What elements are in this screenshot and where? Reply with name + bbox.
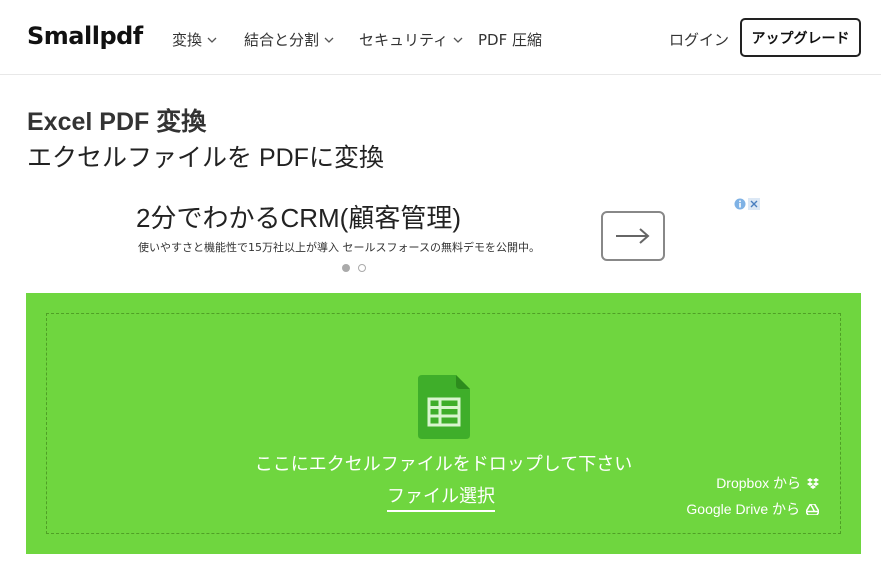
ad-arrow-button[interactable] — [601, 211, 665, 261]
file-dropzone[interactable]: ここにエクセルファイルをドロップして下さい ファイル選択 Dropbox から … — [26, 293, 861, 554]
nav-compress[interactable]: PDF 圧縮 — [478, 29, 542, 50]
google-drive-icon — [806, 503, 819, 515]
ad-banner[interactable]: 2分でわかるCRM(顧客管理) 使いやすさと機能性で15万社以上が導入 セールス… — [136, 190, 766, 280]
nav-security-label: セキュリティ — [359, 31, 449, 49]
ad-headline[interactable]: 2分でわかるCRM(顧客管理) — [136, 198, 461, 235]
upgrade-button[interactable]: アップグレード — [740, 18, 861, 57]
google-drive-source[interactable]: Google Drive から — [686, 499, 819, 519]
carousel-dot-active[interactable] — [342, 264, 350, 272]
top-header: Smallpdf 変換 結合と分割 セキュリティ PDF 圧縮 ログイン アップ… — [0, 0, 881, 75]
smallpdf-logo[interactable]: Smallpdf — [27, 22, 143, 50]
login-link[interactable]: ログイン — [669, 29, 729, 50]
chevron-down-icon — [324, 37, 334, 43]
carousel-dot[interactable] — [358, 264, 366, 272]
choose-file-button[interactable]: ファイル選択 — [387, 482, 495, 512]
ad-description[interactable]: 使いやすさと機能性で15万社以上が導入 セールスフォースの無料デモを公開中。 — [138, 239, 540, 255]
chevron-down-icon — [453, 37, 463, 43]
dropbox-source[interactable]: Dropbox から — [716, 473, 819, 493]
nav-convert-label: 変換 — [172, 31, 203, 49]
dropbox-icon — [807, 477, 819, 489]
page-title: Excel PDF 変換 — [27, 108, 207, 136]
nav-security[interactable]: セキュリティ — [359, 29, 463, 50]
nav-merge-split[interactable]: 結合と分割 — [244, 29, 334, 50]
google-drive-label: Google Drive から — [686, 501, 800, 517]
spreadsheet-icon — [418, 375, 470, 439]
arrow-right-icon — [616, 228, 650, 244]
nav-merge-split-label: 結合と分割 — [244, 31, 320, 49]
dropbox-label: Dropbox から — [716, 475, 801, 491]
chevron-down-icon — [207, 37, 217, 43]
ad-choices[interactable] — [734, 197, 760, 211]
close-icon[interactable] — [748, 198, 760, 210]
nav-convert[interactable]: 変換 — [172, 29, 217, 50]
info-icon[interactable] — [734, 198, 746, 210]
nav-compress-label: PDF 圧縮 — [478, 31, 542, 49]
page-subtitle: エクセルファイルを PDFに変換 — [27, 144, 384, 172]
